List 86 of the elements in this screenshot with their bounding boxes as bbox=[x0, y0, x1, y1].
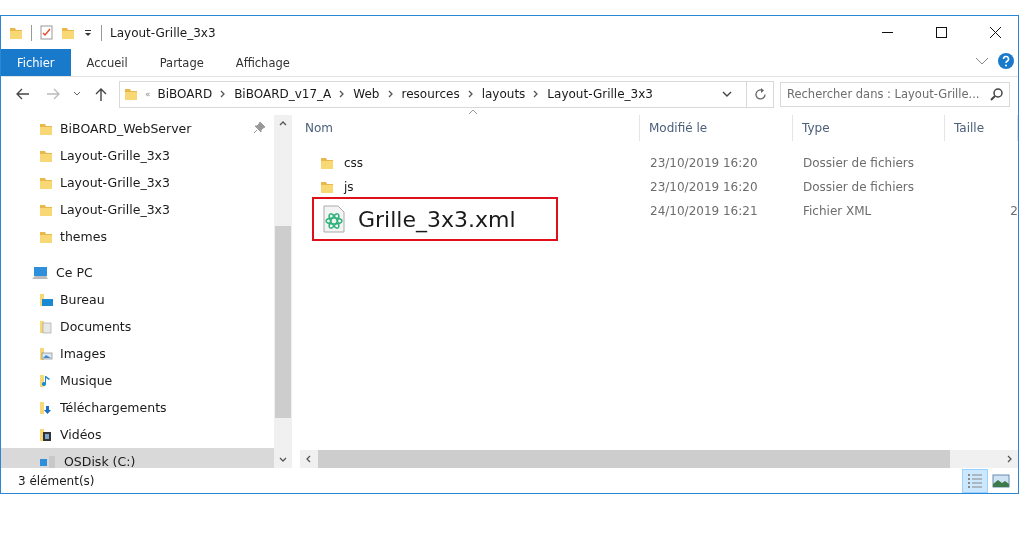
chevron-down-icon[interactable] bbox=[975, 57, 989, 65]
pin-icon[interactable] bbox=[253, 121, 266, 134]
breadcrumb[interactable]: BiBOARD bbox=[157, 87, 213, 101]
download-folder-icon bbox=[39, 400, 53, 415]
breadcrumb[interactable]: Layout-Grille_3x3 bbox=[547, 87, 653, 101]
folder-icon bbox=[39, 121, 53, 136]
ribbon-tab[interactable]: Partage bbox=[143, 49, 220, 76]
vertical-scrollbar[interactable] bbox=[274, 115, 292, 468]
overflow-marker[interactable]: « bbox=[145, 89, 151, 99]
image-folder-icon bbox=[39, 346, 53, 361]
up-icon[interactable] bbox=[95, 87, 107, 101]
modified-cell-text: 24/10/2019 16:21 bbox=[649, 203, 759, 220]
folder-icon bbox=[9, 25, 23, 40]
details-view-icon bbox=[967, 473, 983, 488]
close-icon[interactable] bbox=[989, 27, 1001, 38]
column-header[interactable]: Nom bbox=[296, 115, 640, 141]
nav-item[interactable]: Images bbox=[1, 340, 274, 367]
modified-cell-text: 23/10/2019 16:20 bbox=[649, 179, 759, 196]
atom-file-icon bbox=[322, 205, 346, 233]
folder-icon bbox=[320, 156, 334, 170]
file-name[interactable]: css bbox=[296, 151, 640, 175]
maximize-icon[interactable] bbox=[935, 27, 947, 38]
nav-item[interactable]: Ce PC bbox=[1, 259, 274, 286]
dropdown-icon[interactable] bbox=[73, 91, 81, 97]
nav-item[interactable]: Layout-Grille_3x3 bbox=[1, 169, 274, 196]
size-cell-text: 2 bbox=[1009, 203, 1018, 220]
folder-icon bbox=[39, 175, 53, 190]
ribbon-tab[interactable]: Accueil bbox=[70, 49, 144, 76]
nav-item[interactable]: Téléchargements bbox=[1, 394, 274, 421]
dropdown-icon[interactable] bbox=[83, 28, 93, 37]
ribbon-tab[interactable]: Affichage bbox=[219, 49, 306, 76]
type-cell-text: Fichier XML bbox=[802, 203, 873, 220]
nav-item[interactable]: BiBOARD_WebServer bbox=[1, 115, 274, 142]
chevron-icon bbox=[466, 90, 475, 98]
scroll-up-icon bbox=[279, 120, 287, 128]
nav-item[interactable]: Documents bbox=[1, 313, 274, 340]
highlighted-file-name[interactable]: Grille_3x3.xml bbox=[312, 197, 558, 241]
minimize-icon[interactable] bbox=[881, 31, 893, 34]
breadcrumb[interactable]: resources bbox=[401, 87, 460, 101]
desktop-folder-icon bbox=[39, 292, 53, 307]
nav-item[interactable]: Bureau bbox=[1, 286, 274, 313]
dropdown-icon[interactable] bbox=[722, 91, 732, 97]
properties-icon[interactable] bbox=[40, 25, 53, 40]
nav-item[interactable]: Layout-Grille_3x3 bbox=[1, 142, 274, 169]
scroll-down-icon bbox=[279, 455, 287, 463]
search-field[interactable]: Rechercher dans : Layout-Grille... bbox=[780, 81, 1010, 107]
disk-icon bbox=[39, 454, 57, 468]
nav-item[interactable]: themes bbox=[1, 223, 274, 250]
chevron-icon bbox=[386, 90, 395, 98]
scrollbar-thumb[interactable] bbox=[275, 226, 291, 418]
window-title: Layout-Grille_3x3 bbox=[110, 25, 217, 40]
folder-icon bbox=[124, 87, 138, 101]
nav-item[interactable]: Vidéos bbox=[1, 421, 274, 448]
breadcrumb[interactable]: BiBOARD_v17_A bbox=[234, 87, 332, 101]
file-name[interactable]: js bbox=[296, 175, 640, 199]
video-folder-icon bbox=[39, 427, 53, 442]
thumbnail-view-icon bbox=[992, 473, 1010, 488]
scroll-left-icon bbox=[305, 455, 313, 463]
help-icon[interactable] bbox=[997, 52, 1015, 70]
ribbon-tab[interactable]: Fichier bbox=[1, 49, 71, 76]
folder-icon bbox=[39, 229, 53, 244]
nav-item[interactable]: Layout-Grille_3x3 bbox=[1, 196, 274, 223]
type-cell-text: Dossier de fichiers bbox=[802, 179, 916, 196]
breadcrumb[interactable]: layouts bbox=[481, 87, 526, 101]
address-bar[interactable]: « BiBOARD BiBOARD_v17_A Web resources layouts Layout-Grille_3x3 bbox=[119, 80, 774, 108]
document-folder-icon bbox=[39, 319, 53, 334]
computer-icon bbox=[31, 265, 49, 280]
nav-item[interactable]: Musique bbox=[1, 367, 274, 394]
column-header[interactable]: Type bbox=[793, 115, 945, 141]
breadcrumb[interactable]: Web bbox=[353, 87, 380, 101]
column-header[interactable]: Taille bbox=[945, 115, 1018, 141]
scroll-right-icon bbox=[1005, 455, 1013, 463]
view-button[interactable] bbox=[962, 468, 988, 493]
type-cell-text: Dossier de fichiers bbox=[802, 155, 916, 172]
folder-icon bbox=[320, 180, 334, 194]
folder-icon bbox=[39, 202, 53, 217]
column-header[interactable]: Modifié le bbox=[640, 115, 793, 141]
folder-icon bbox=[39, 148, 53, 163]
sort-caret-icon bbox=[468, 109, 478, 115]
item-count: 3 élément(s) bbox=[18, 473, 95, 488]
search-icon bbox=[990, 87, 1003, 101]
modified-cell-text: 23/10/2019 16:20 bbox=[649, 155, 759, 172]
music-folder-icon bbox=[39, 373, 53, 388]
back-icon[interactable] bbox=[16, 88, 30, 100]
refresh-icon[interactable] bbox=[753, 87, 767, 101]
nav-item[interactable]: OSDisk (C:) bbox=[1, 448, 274, 468]
